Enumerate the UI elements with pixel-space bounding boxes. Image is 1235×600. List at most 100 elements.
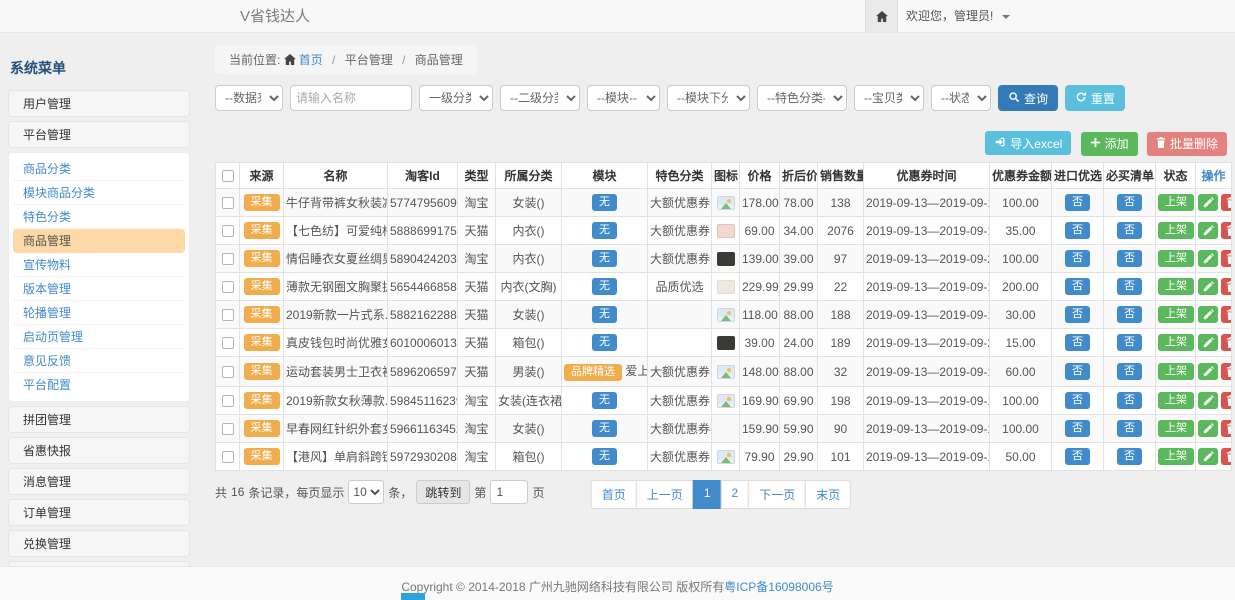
delete-button[interactable]: [1221, 306, 1232, 323]
edit-button[interactable]: [1198, 363, 1218, 380]
filter-module-subcategory[interactable]: --模块下分类--: [667, 85, 750, 111]
status-badge: 采集: [244, 222, 280, 239]
sidebar-subitem-carousel-management[interactable]: 轮播管理: [13, 301, 185, 325]
edit-button[interactable]: [1198, 420, 1218, 437]
page-button-0[interactable]: 首页: [591, 480, 637, 509]
batch-delete-button[interactable]: 批量删除: [1147, 132, 1227, 156]
taoke-id: 577479560965: [388, 189, 458, 217]
sidebar-item-group-buy-management[interactable]: 拼团管理: [8, 406, 190, 433]
page-size-select[interactable]: 10: [348, 480, 384, 504]
sidebar-subitem-promo-material[interactable]: 宣传物料: [13, 253, 185, 277]
sidebar-item-platform-management[interactable]: 平台管理: [8, 121, 190, 148]
edit-button[interactable]: [1198, 194, 1218, 211]
module-cell: 无: [562, 245, 648, 273]
edit-button[interactable]: [1198, 306, 1218, 323]
page-button-3[interactable]: 2: [721, 480, 750, 509]
edit-button[interactable]: [1198, 250, 1218, 267]
delete-button[interactable]: [1221, 420, 1232, 437]
main-content: 当前位置: 首页 / 平台管理 / 商品管理 --数据来源--一级分类--二级分…: [215, 45, 1227, 508]
row-checkbox[interactable]: [222, 253, 234, 265]
add-button[interactable]: 添加: [1081, 132, 1138, 156]
price: 229.99: [740, 273, 780, 301]
home-button[interactable]: [865, 0, 898, 32]
module-cell: 无: [562, 387, 648, 415]
sidebar-item-exchange-management[interactable]: 兑换管理: [8, 530, 190, 557]
delete-button[interactable]: [1221, 448, 1232, 465]
row-checkbox[interactable]: [222, 197, 234, 209]
filter-data-source[interactable]: --数据来源--: [215, 85, 283, 111]
jump-button[interactable]: 跳转到: [416, 480, 470, 504]
edit-button[interactable]: [1198, 222, 1218, 239]
page-button-1[interactable]: 上一页: [636, 480, 694, 509]
sidebar-subitem-module-product-category[interactable]: 模块商品分类: [13, 181, 185, 205]
table-row: 采集薄款无钢圈文胸聚拢性...565446685867天猫内衣(文胸)无品质优选…: [216, 273, 1232, 301]
edit-button[interactable]: [1198, 278, 1218, 295]
delete-button[interactable]: [1221, 334, 1232, 351]
status-badge: 采集: [244, 334, 280, 351]
delete-button[interactable]: [1221, 363, 1232, 380]
coupon-time: 2019-09-13—2019-09-17: [864, 415, 990, 443]
search-button[interactable]: 查询: [998, 85, 1058, 111]
breadcrumb-home-link[interactable]: 首页: [299, 53, 323, 67]
product-type: 天猫: [458, 357, 496, 387]
taoke-id: 601000601341: [388, 329, 458, 357]
sidebar-item-user-management[interactable]: 用户管理: [8, 90, 190, 117]
status-badge: 上架: [1158, 250, 1194, 267]
sidebar-subitem-product-management[interactable]: 商品管理: [13, 229, 185, 253]
page-button-2[interactable]: 1: [693, 480, 722, 509]
sidebar-item-message-management[interactable]: 消息管理: [8, 468, 190, 495]
module-cell: 品牌精选 爱上运动: [562, 357, 648, 387]
filter-feature-category[interactable]: --特色分类--: [757, 85, 847, 111]
coupon-time: 2019-09-13—2019-09-20: [864, 245, 990, 273]
row-checkbox[interactable]: [222, 281, 234, 293]
row-checkbox[interactable]: [222, 309, 234, 321]
taoke-id: 597293020870: [388, 443, 458, 471]
sidebar-subitem-product-category[interactable]: 商品分类: [13, 157, 185, 181]
delete-button[interactable]: [1221, 278, 1232, 295]
product-name: 2019新款女秋薄款...: [284, 387, 388, 415]
sidebar-subitem-feature-category[interactable]: 特色分类: [13, 205, 185, 229]
select-all-checkbox[interactable]: [222, 170, 234, 182]
page-number-input[interactable]: [490, 480, 528, 504]
module-cell: 无: [562, 217, 648, 245]
sidebar-subitem-feedback[interactable]: 意见反馈: [13, 349, 185, 373]
sidebar-subitem-version-management[interactable]: 版本管理: [13, 277, 185, 301]
filter-level2-category[interactable]: --二级分类--: [500, 85, 580, 111]
row-checkbox[interactable]: [222, 366, 234, 378]
status-badge: 上架: [1158, 222, 1194, 239]
row-checkbox[interactable]: [222, 395, 234, 407]
row-checkbox[interactable]: [222, 423, 234, 435]
filter-item-type[interactable]: --宝贝类型--: [854, 85, 924, 111]
edit-button[interactable]: [1198, 392, 1218, 409]
row-checkbox[interactable]: [222, 337, 234, 349]
feature-category: 大额优惠券: [648, 443, 712, 471]
sidebar-item-order-management[interactable]: 订单管理: [8, 499, 190, 526]
taoke-id: 598451162391: [388, 387, 458, 415]
status-badge: 否: [1065, 334, 1090, 351]
delete-button[interactable]: [1221, 250, 1232, 267]
edit-button[interactable]: [1198, 448, 1218, 465]
sidebar-subitem-splash-page-management[interactable]: 启动页管理: [13, 325, 185, 349]
icp-link[interactable]: 粤ICP备16098006号: [724, 580, 833, 594]
user-menu[interactable]: 欢迎您，管理员!: [906, 0, 1010, 33]
page-button-4[interactable]: 下一页: [748, 480, 806, 509]
reset-button[interactable]: 重置: [1065, 85, 1125, 111]
filter-module[interactable]: --模块--: [587, 85, 660, 111]
records-suffix: 条记录，每页显示: [248, 484, 344, 501]
delete-button[interactable]: [1221, 194, 1232, 211]
product-category: 女装(): [496, 301, 562, 329]
sidebar-subitem-platform-config[interactable]: 平台配置: [13, 373, 185, 397]
import-excel-button[interactable]: 导入excel: [985, 131, 1071, 155]
row-checkbox[interactable]: [222, 451, 234, 463]
delete-button[interactable]: [1221, 392, 1232, 409]
delete-button[interactable]: [1221, 222, 1232, 239]
filter-name-input[interactable]: [290, 85, 412, 111]
product-name: 运动套装男士卫衣初秋...: [284, 357, 388, 387]
row-checkbox[interactable]: [222, 225, 234, 237]
page-button-5[interactable]: 末页: [805, 480, 851, 509]
filter-level1-category[interactable]: 一级分类: [419, 85, 493, 111]
chevron-down-icon: [1002, 15, 1010, 19]
filter-status[interactable]: --状态--: [931, 85, 991, 111]
edit-button[interactable]: [1198, 334, 1218, 351]
sidebar-item-saving-express-news[interactable]: 省惠快报: [8, 437, 190, 464]
